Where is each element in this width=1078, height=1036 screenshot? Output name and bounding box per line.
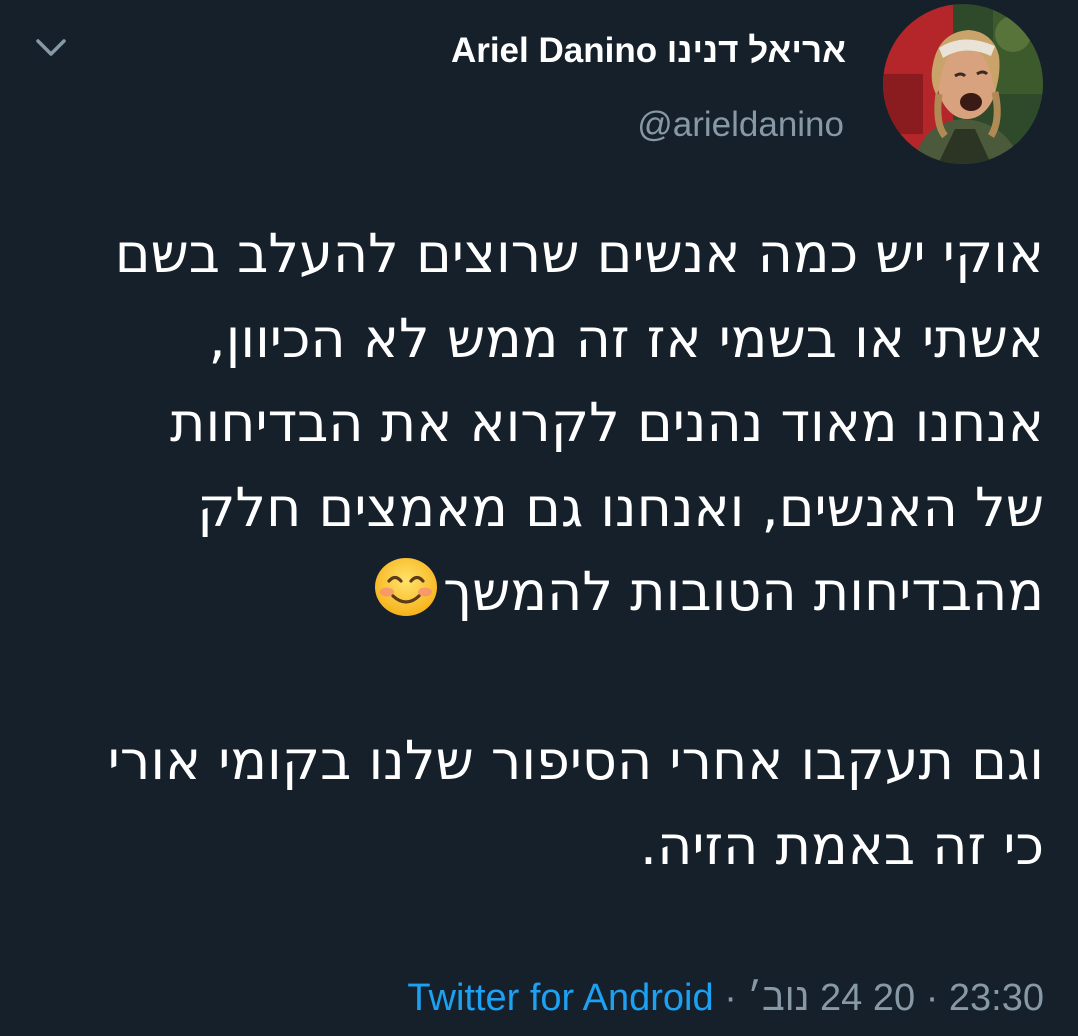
tweet-body: אוקי יש כמה אנשים שרוצים להעלב בשם אשתי … [84, 212, 1044, 888]
profile-photo-icon [883, 4, 1043, 164]
tweet-paragraph-1-text: אוקי יש כמה אנשים שרוצים להעלב בשם אשתי … [114, 222, 1044, 623]
tweet-meta: Twitter for Android · 20 24 נוב׳ · 23:30 [407, 972, 1044, 1024]
tweet-source-link[interactable]: Twitter for Android [407, 977, 713, 1019]
tweet-time[interactable]: 23:30 [949, 977, 1044, 1019]
tweet-detail: אריאל דנינו Ariel Danino @arieldanino או… [0, 0, 1078, 1036]
meta-separator: · [724, 977, 737, 1019]
tweet-date[interactable]: 20 24 נוב׳ [747, 977, 915, 1019]
user-handle[interactable]: @arieldanino [637, 100, 844, 150]
smiling-face-emoji-icon [375, 558, 438, 616]
tweet-paragraph-2: וגם תעקבו אחרי הסיפור שלנו בקומי אורי כי… [107, 729, 1044, 877]
display-name[interactable]: אריאל דנינו Ariel Danino [451, 26, 846, 76]
chevron-down-icon[interactable] [34, 34, 68, 62]
avatar[interactable] [883, 4, 1043, 164]
tweet-paragraph-1: אוקי יש כמה אנשים שרוצים להעלב בשם אשתי … [84, 212, 1044, 635]
meta-separator: · [925, 977, 939, 1019]
